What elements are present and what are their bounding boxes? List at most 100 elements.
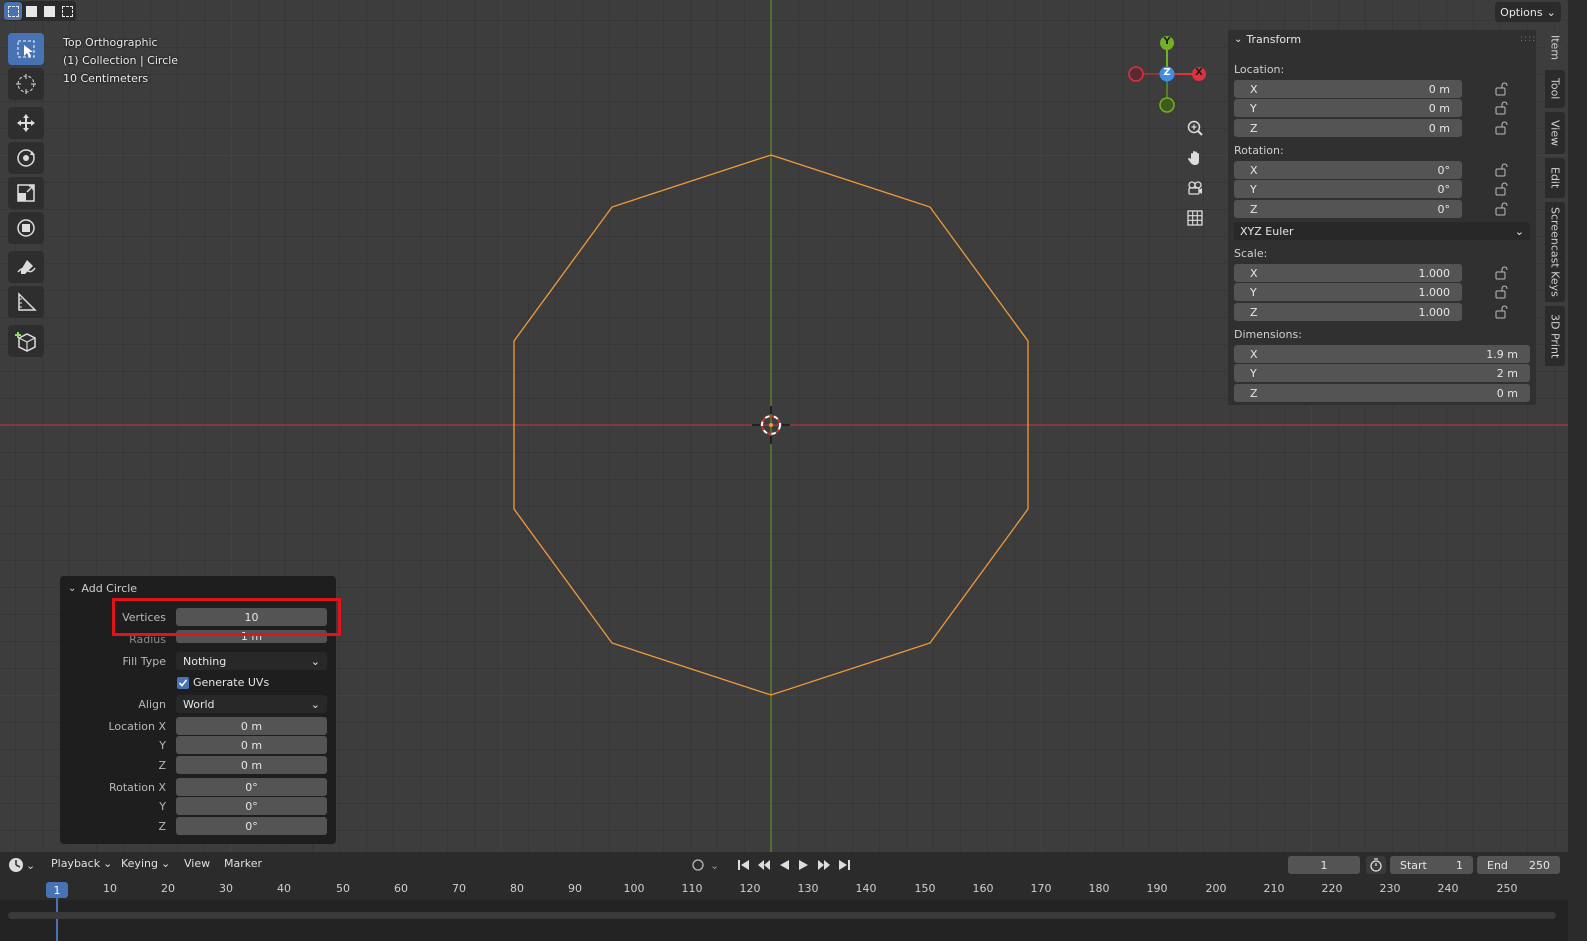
tab-screencast-keys[interactable]: Screencast Keys [1545,202,1565,302]
rotation-y-field[interactable]: Y 0° [1234,180,1462,198]
fill-type-select[interactable]: Nothing ⌄ [176,652,327,670]
tab-item[interactable]: Item [1545,30,1565,66]
select-box-intersect-icon[interactable] [58,2,76,20]
annotate-tool-icon[interactable] [8,251,44,283]
lock-icon[interactable] [1494,82,1508,96]
location-y-field[interactable]: 0 m [176,736,327,754]
align-select[interactable]: World ⌄ [176,695,327,713]
options-dropdown[interactable]: Options ⌄ [1495,2,1561,22]
rotate-tool-icon[interactable] [8,142,44,174]
rotation-y-field[interactable]: 0° [176,797,327,815]
3d-viewport[interactable]: Y X Z Options ⌄ Top Orthographic (1) Col… [0,0,1568,857]
frame-ruler[interactable]: 1 10 20 30 40 50 60 70 80 90 100 110 120… [0,878,1568,900]
chevron-down-icon: ⌄ [310,654,320,668]
move-tool-icon[interactable] [8,107,44,139]
location-z-field[interactable]: 0 m [176,756,327,774]
location-x-field[interactable]: X 0 m [1234,80,1462,98]
dimensions-x-field[interactable]: X 1.9 m [1234,345,1530,363]
tab-view[interactable]: View [1545,112,1565,154]
lock-icon[interactable] [1494,163,1508,177]
frame-tick: 130 [797,882,819,895]
auto-keying-toggle[interactable]: ⌄ [690,857,719,873]
frame-tick: 220 [1321,882,1343,895]
lock-icon[interactable] [1494,266,1508,280]
pan-hand-icon[interactable] [1182,145,1208,171]
rotation-y-label: Y [159,800,166,813]
gizmo-z-label[interactable]: Z [1161,67,1173,78]
align-value: World [183,697,215,711]
start-frame-field[interactable]: Start 1 [1390,856,1473,874]
cursor-tool-icon[interactable] [8,68,44,100]
generate-uvs-checkbox[interactable]: Generate UVs [177,676,269,689]
jump-end-icon[interactable] [835,856,853,874]
lock-icon[interactable] [1494,121,1508,135]
chevron-down-icon: ⌄ [103,857,113,870]
transform-tool-icon[interactable] [8,212,44,244]
dimensions-label: Dimensions: [1234,328,1302,341]
play-icon[interactable] [795,856,813,874]
jump-keyframe-back-icon[interactable] [755,856,773,874]
select-box-new-icon[interactable] [4,2,22,20]
location-y-field[interactable]: Y 0 m [1234,99,1462,117]
rotation-x-field[interactable]: X 0° [1234,161,1462,179]
rotation-z-field[interactable]: 0° [176,817,327,835]
jump-start-icon[interactable] [735,856,753,874]
scale-y-field[interactable]: Y 1.000 [1234,283,1462,301]
lock-icon[interactable] [1494,285,1508,299]
transform-panel-header[interactable]: ⌄ Transform [1234,33,1301,46]
tab-edit[interactable]: Edit [1545,158,1565,198]
play-reverse-icon[interactable] [775,856,793,874]
editor-type-icon[interactable]: ⌄ [8,856,38,874]
marker-menu[interactable]: Marker [224,857,262,870]
stopwatch-icon[interactable] [1366,856,1386,874]
frame-tick: 250 [1496,882,1518,895]
grid-view-icon[interactable] [1182,205,1208,231]
lock-icon[interactable] [1494,182,1508,196]
operator-panel-header[interactable]: ⌄ Add Circle [68,582,137,595]
keying-menu[interactable]: Keying ⌄ [121,857,170,870]
axis-label: Y [1250,101,1257,115]
lock-icon[interactable] [1494,202,1508,216]
select-box-subtract-icon[interactable] [40,2,58,20]
zoom-icon[interactable] [1182,115,1208,141]
operator-title: Add Circle [81,582,138,595]
gizmo-y-label[interactable]: Y [1161,36,1173,47]
playback-menu[interactable]: Playback ⌄ [51,857,112,870]
field-value: 1.000 [1418,266,1451,280]
tab-3d-print[interactable]: 3D Print [1545,306,1565,366]
field-value: 1.000 [1418,285,1451,299]
dimensions-y-field[interactable]: Y 2 m [1234,364,1530,382]
location-z-field[interactable]: Z 0 m [1234,119,1462,137]
scale-z-field[interactable]: Z 1.000 [1234,303,1462,321]
measure-tool-icon[interactable] [8,286,44,318]
camera-view-icon[interactable] [1182,175,1208,201]
tab-tool[interactable]: Tool [1545,70,1565,108]
rotation-mode-select[interactable]: XYZ Euler ⌄ [1234,222,1530,240]
select-box-extend-icon[interactable] [22,2,40,20]
end-frame-field[interactable]: End 250 [1477,856,1560,874]
location-x-field[interactable]: 0 m [176,717,327,735]
timeline-scrollbar[interactable] [8,912,1556,919]
lock-icon[interactable] [1494,305,1508,319]
drag-handle-icon[interactable]: :::: [1520,34,1536,44]
select-box-tool-icon[interactable] [8,33,44,65]
jump-keyframe-forward-icon[interactable] [815,856,833,874]
location-label: Location: [1234,63,1285,76]
axis-label: Z [1250,386,1258,400]
frame-tick: 100 [623,882,645,895]
rotation-x-field[interactable]: 0° [176,778,327,796]
record-icon [692,859,704,871]
menu-label: View [184,857,211,870]
rotation-z-field[interactable]: Z 0° [1234,200,1462,218]
dimensions-z-field[interactable]: Z 0 m [1234,384,1530,402]
view-menu[interactable]: View [184,857,210,870]
scale-x-field[interactable]: X 1.000 [1234,264,1462,282]
scale-tool-icon[interactable] [8,177,44,209]
chevron-down-icon: ⌄ [1234,34,1243,45]
axis-label: Y [1250,285,1257,299]
add-cube-tool-icon[interactable] [8,325,44,357]
gizmo-x-label[interactable]: X [1193,67,1205,78]
current-frame-field[interactable]: 1 [1288,856,1360,874]
lock-icon[interactable] [1494,101,1508,115]
menu-label: Marker [224,857,263,870]
